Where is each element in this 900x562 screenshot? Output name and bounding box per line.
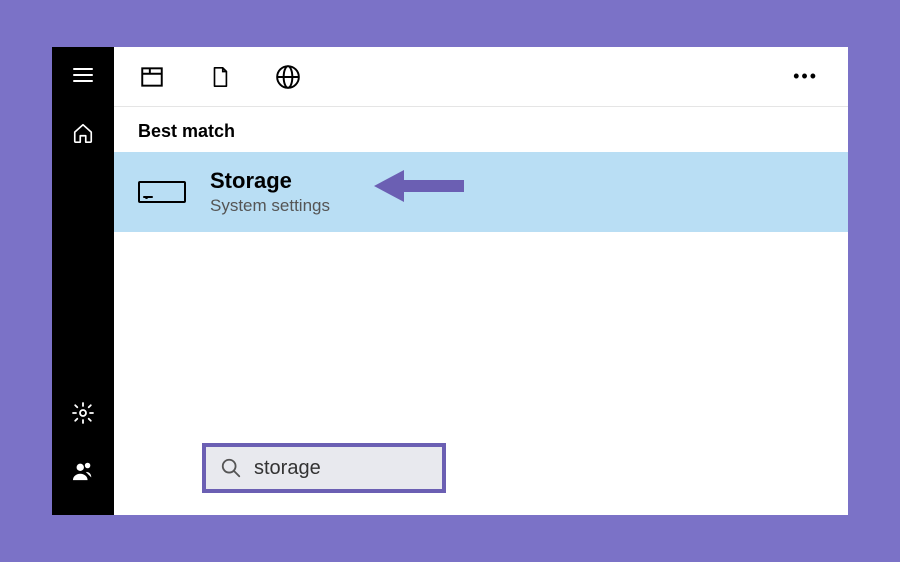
search-icon xyxy=(220,457,242,479)
apps-icon[interactable] xyxy=(138,63,166,91)
tabs-row: ••• xyxy=(114,47,848,107)
search-bar[interactable] xyxy=(202,443,446,493)
storage-icon xyxy=(138,181,186,203)
result-storage[interactable]: Storage System settings xyxy=(114,152,848,232)
arrow-annotation-icon xyxy=(374,170,464,202)
web-icon[interactable] xyxy=(274,63,302,91)
result-text: Storage System settings xyxy=(210,168,330,216)
search-input[interactable] xyxy=(254,457,519,480)
result-subtitle: System settings xyxy=(210,196,330,216)
gear-icon[interactable] xyxy=(69,399,97,427)
people-icon[interactable] xyxy=(69,457,97,485)
document-icon[interactable] xyxy=(206,63,234,91)
more-icon[interactable]: ••• xyxy=(787,60,824,93)
home-icon[interactable] xyxy=(69,119,97,147)
section-header: Best match xyxy=(114,107,848,152)
result-title: Storage xyxy=(210,168,330,194)
sidebar xyxy=(52,47,114,515)
hamburger-icon[interactable] xyxy=(69,61,97,89)
main-area: ••• Best match Storage System settings xyxy=(52,47,848,515)
window-frame: ••• Best match Storage System settings xyxy=(52,47,848,515)
